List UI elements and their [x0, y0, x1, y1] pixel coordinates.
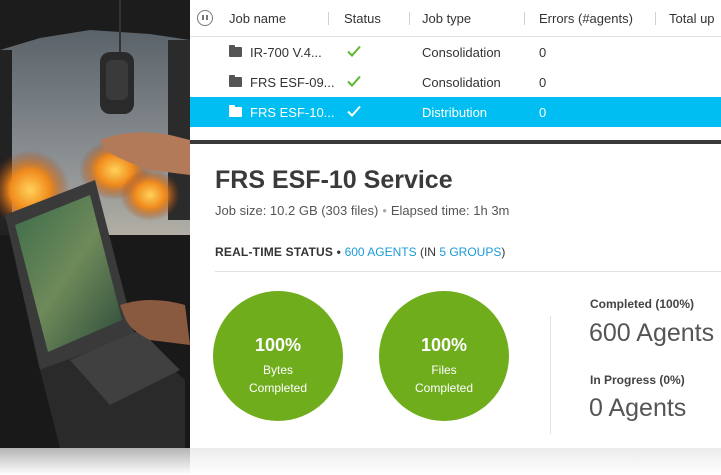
job-name: FRS ESF-10... — [250, 105, 335, 120]
elapsed-time: Elapsed time: 1h 3m — [390, 203, 510, 218]
job-title: FRS ESF-10 Service — [215, 166, 453, 194]
job-errors: 0 — [539, 45, 547, 60]
column-divider — [655, 12, 656, 25]
pause-icon[interactable] — [197, 10, 213, 26]
in-progress-value: 0 Agents — [589, 394, 687, 422]
column-divider — [328, 12, 329, 25]
table-row[interactable]: FRS ESF-09... Consolidation 0 — [190, 67, 721, 97]
completed-value: 600 Agents — [589, 319, 715, 347]
panel-reflection — [190, 448, 721, 475]
meta-separator: • — [382, 203, 387, 218]
files-progress-circle: 100% Files Completed — [379, 291, 509, 421]
col-job-type[interactable]: Job type — [422, 11, 471, 26]
folder-icon — [229, 75, 242, 87]
col-errors[interactable]: Errors (#agents) — [539, 11, 633, 26]
realtime-status-label: REAL-TIME STATUS — [215, 245, 334, 259]
files-percent: 100% — [420, 335, 468, 355]
bytes-progress-circle: 100% Bytes Completed — [213, 291, 343, 421]
table-header: Job name Status Job type Errors (#agents… — [190, 0, 721, 37]
table-row[interactable]: IR-700 V.4... Consolidation 0 — [190, 37, 721, 67]
rt-close-text: ) — [501, 245, 506, 259]
job-size: Job size: 10.2 GB (303 files) — [215, 203, 379, 218]
completed-label: Completed (100%) — [590, 297, 695, 311]
hero-photo — [0, 0, 190, 448]
rt-in-text: (IN — [419, 245, 440, 259]
jobs-table: Job name Status Job type Errors (#agents… — [190, 0, 721, 130]
screen: Job name Status Job type Errors (#agents… — [0, 0, 721, 475]
job-errors: 0 — [539, 75, 547, 90]
photo-reflection — [0, 448, 190, 475]
agents-link[interactable]: 600 AGENTS — [345, 245, 417, 259]
rt-separator: • — [333, 245, 345, 259]
column-divider — [409, 12, 410, 25]
bytes-label-completed: Completed — [248, 381, 308, 395]
vertical-divider — [550, 316, 551, 434]
folder-icon — [229, 45, 242, 57]
col-status[interactable]: Status — [344, 11, 381, 26]
job-type: Consolidation — [422, 45, 501, 60]
divider — [215, 271, 721, 272]
column-divider — [524, 12, 525, 25]
table-row-selected[interactable]: FRS ESF-10... Distribution 0 — [190, 97, 721, 127]
check-icon — [347, 105, 361, 117]
check-icon — [347, 45, 361, 57]
job-type: Consolidation — [422, 75, 501, 90]
in-progress-label: In Progress (0%) — [590, 373, 685, 387]
bytes-label: Bytes — [262, 363, 293, 377]
realtime-status: REAL-TIME STATUS • 600 AGENTS (IN 5 GROU… — [215, 245, 505, 259]
files-label-completed: Completed — [414, 381, 474, 395]
groups-link[interactable]: 5 GROUPS — [439, 245, 501, 259]
job-name: FRS ESF-09... — [250, 75, 335, 90]
job-errors: 0 — [539, 105, 547, 120]
col-total-up[interactable]: Total up — [669, 11, 715, 26]
files-label: Files — [431, 363, 457, 377]
job-meta: Job size: 10.2 GB (303 files) • Elapsed ti… — [215, 203, 509, 218]
job-name: IR-700 V.4... — [250, 45, 322, 60]
bytes-percent: 100% — [254, 335, 302, 355]
folder-icon — [229, 105, 242, 117]
job-type: Distribution — [422, 105, 488, 120]
col-job-name[interactable]: Job name — [229, 11, 286, 26]
job-detail-panel: FRS ESF-10 Service Job size: 10.2 GB (30… — [190, 140, 721, 448]
check-icon — [347, 75, 361, 87]
